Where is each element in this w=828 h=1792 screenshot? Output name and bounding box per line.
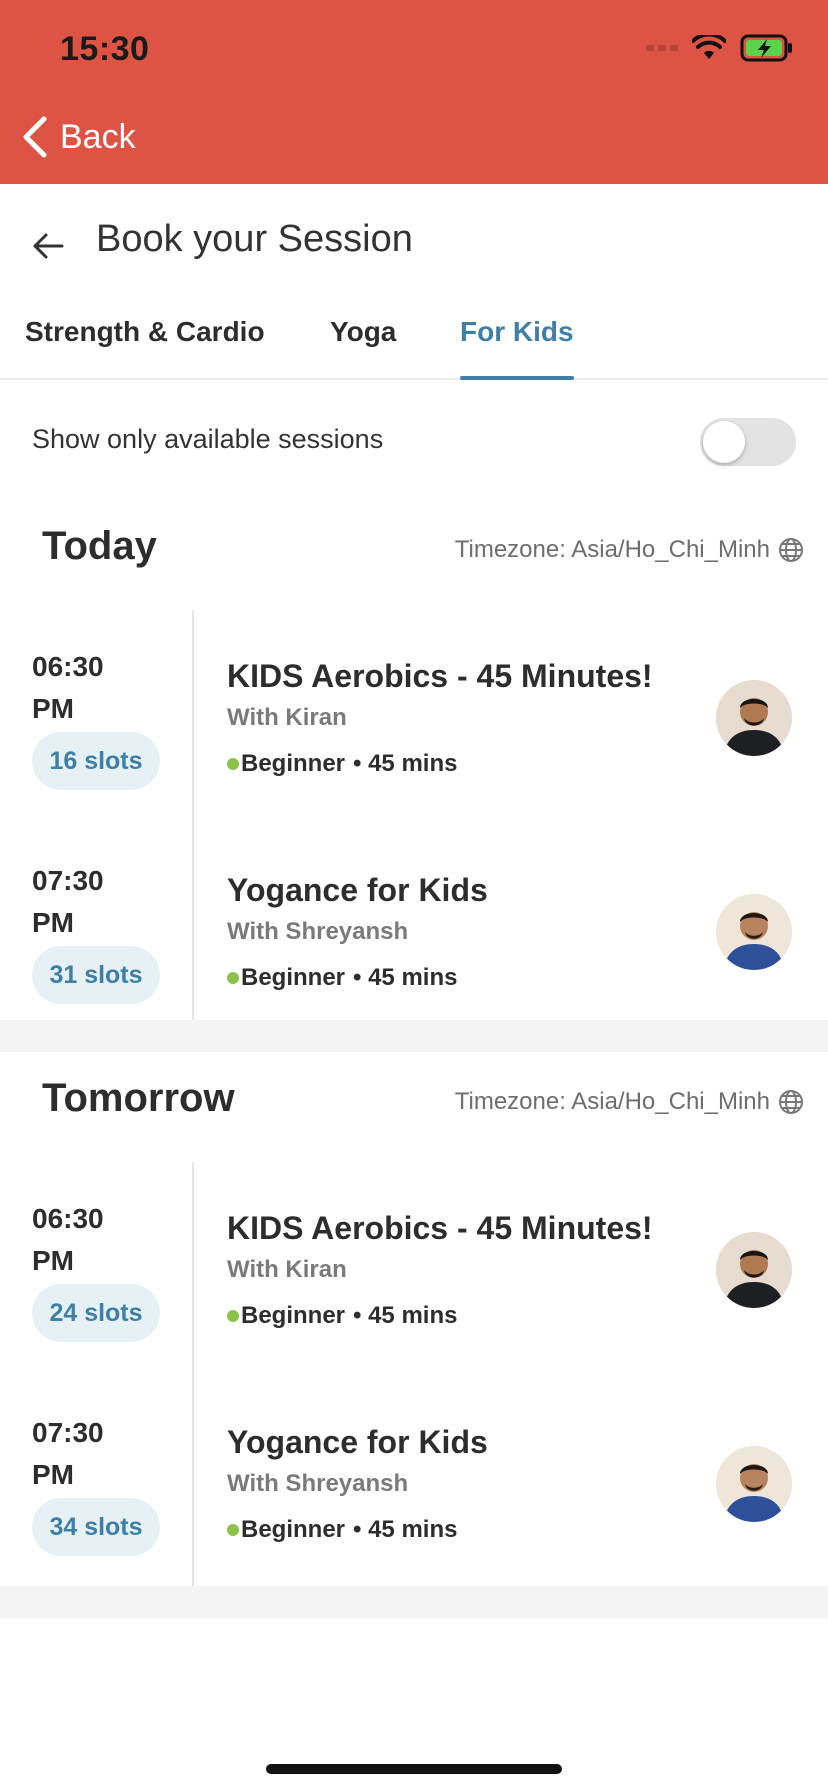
tab-for-kids[interactable]: For Kids (460, 316, 574, 380)
session-time: 06:30 PM (32, 646, 172, 730)
session-list: 06:30 PM 16 slots KIDS Aerobics - 45 Min… (0, 610, 828, 1038)
slots-badge: 24 slots (32, 1284, 160, 1342)
home-indicator[interactable] (266, 1764, 562, 1774)
instructor-avatar-icon (716, 680, 792, 756)
top-bar: 15:30 Back (0, 0, 828, 184)
session-title: Yogance for Kids (227, 872, 488, 908)
day-section-today: Today Timezone: Asia/Ho_Chi_Minh 06:30 P… (0, 500, 828, 1038)
avatar (716, 1232, 792, 1308)
back-button[interactable]: Back (22, 116, 136, 158)
session-level: Beginner (241, 1516, 346, 1543)
wifi-icon (692, 35, 726, 59)
level-dot-icon (227, 1310, 239, 1322)
available-filter-row: Show only available sessions (0, 382, 828, 500)
level-dot-icon (227, 1524, 239, 1536)
session-time-hour: 06:30 (32, 651, 104, 682)
instructor-avatar-icon (716, 1232, 792, 1308)
instructor-avatar-icon (716, 894, 792, 970)
session-time-ampm: PM (32, 1459, 74, 1490)
session-time: 06:30 PM (32, 1198, 172, 1282)
session-meta: Beginner • 45 mins (227, 1302, 457, 1330)
battery-charging-icon (740, 34, 792, 62)
session-meta: Beginner • 45 mins (227, 964, 457, 992)
status-icons (646, 34, 794, 62)
session-title: KIDS Aerobics - 45 Minutes! (227, 658, 653, 694)
session-instructor: With Kiran (227, 704, 347, 731)
session-time-hour: 07:30 (32, 865, 104, 896)
timezone-label: Timezone: Asia/Ho_Chi_Minh (455, 536, 804, 564)
timezone-label: Timezone: Asia/Ho_Chi_Minh (455, 1088, 804, 1116)
day-section-tomorrow: Tomorrow Timezone: Asia/Ho_Chi_Minh 06:3… (0, 1052, 828, 1590)
globe-icon (779, 1090, 803, 1114)
day-header: Tomorrow Timezone: Asia/Ho_Chi_Minh (0, 1052, 828, 1162)
timezone-text: Timezone: Asia/Ho_Chi_Minh (454, 1088, 770, 1115)
session-level: Beginner (241, 964, 346, 991)
session-title: KIDS Aerobics - 45 Minutes! (227, 1210, 653, 1246)
session-time-ampm: PM (32, 907, 74, 938)
session-card[interactable]: 06:30 PM 24 slots KIDS Aerobics - 45 Min… (0, 1162, 828, 1376)
session-card[interactable]: 06:30 PM 16 slots KIDS Aerobics - 45 Min… (0, 610, 828, 824)
category-tabs: Strength & Cardio Yoga For Kids (0, 294, 828, 380)
chevron-left-icon (23, 116, 47, 158)
session-meta: Beginner • 45 mins (227, 750, 457, 778)
section-separator (0, 1020, 828, 1052)
session-duration: • 45 mins (353, 1302, 458, 1329)
avatar (716, 894, 792, 970)
cellular-signal-icon (646, 45, 678, 51)
app-screen: 15:30 Back Book your Session Strength & … (0, 0, 828, 1792)
session-time-ampm: PM (32, 693, 74, 724)
level-dot-icon (227, 972, 239, 984)
page-header: Book your Session (0, 184, 828, 294)
session-level: Beginner (241, 1302, 346, 1329)
session-meta: Beginner • 45 mins (227, 1516, 457, 1544)
session-duration: • 45 mins (353, 750, 458, 777)
session-list: 06:30 PM 24 slots KIDS Aerobics - 45 Min… (0, 1162, 828, 1590)
session-time: 07:30 PM (32, 1412, 172, 1496)
avatar (716, 680, 792, 756)
page-title: Book your Session (96, 218, 413, 260)
slots-badge: 16 slots (32, 732, 160, 790)
day-title: Today (42, 524, 157, 568)
avatar (716, 1446, 792, 1522)
timezone-text: Timezone: Asia/Ho_Chi_Minh (454, 536, 770, 563)
globe-icon (779, 538, 803, 562)
session-title: Yogance for Kids (227, 1424, 488, 1460)
session-instructor: With Shreyansh (227, 1470, 409, 1497)
session-time-ampm: PM (32, 1245, 74, 1276)
tab-yoga[interactable]: Yoga (330, 316, 396, 380)
day-header: Today Timezone: Asia/Ho_Chi_Minh (0, 500, 828, 610)
slots-badge: 31 slots (32, 946, 160, 1004)
available-sessions-toggle[interactable] (700, 418, 796, 466)
session-card[interactable]: 07:30 PM 31 slots Yogance for Kids With … (0, 824, 828, 1038)
status-time: 15:30 (60, 30, 150, 68)
session-time-hour: 07:30 (32, 1417, 104, 1448)
session-duration: • 45 mins (353, 964, 458, 991)
session-time-hour: 06:30 (32, 1203, 104, 1234)
slots-badge: 34 slots (32, 1498, 160, 1556)
session-level: Beginner (241, 750, 346, 777)
session-time: 07:30 PM (32, 860, 172, 944)
arrow-left-icon[interactable] (30, 228, 66, 264)
toggle-knob (703, 421, 745, 463)
session-instructor: With Kiran (227, 1256, 347, 1283)
back-label: Back (60, 117, 136, 156)
session-card[interactable]: 07:30 PM 34 slots Yogance for Kids With … (0, 1376, 828, 1590)
session-duration: • 45 mins (353, 1516, 458, 1543)
session-instructor: With Shreyansh (227, 918, 409, 945)
available-filter-label: Show only available sessions (32, 424, 384, 454)
section-separator (0, 1586, 828, 1618)
instructor-avatar-icon (716, 1446, 792, 1522)
day-title: Tomorrow (42, 1076, 235, 1120)
tab-strength-cardio[interactable]: Strength & Cardio (25, 316, 265, 380)
level-dot-icon (227, 758, 239, 770)
